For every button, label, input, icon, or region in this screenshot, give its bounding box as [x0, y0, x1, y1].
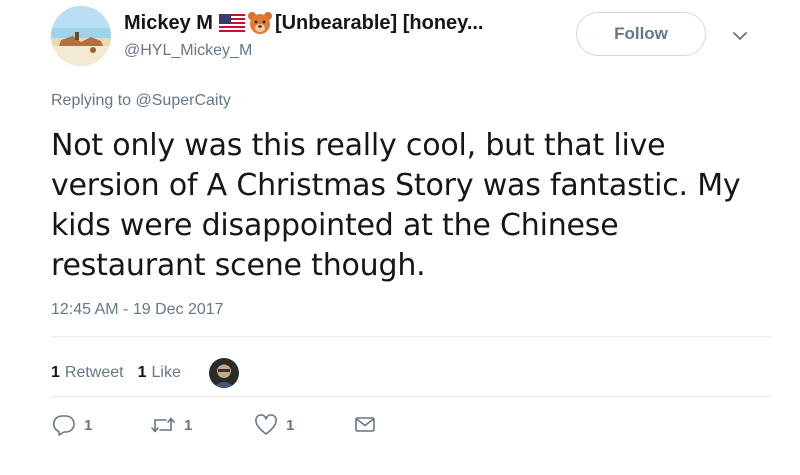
- tweet-text-line: version of A Christmas Story was fantast…: [51, 168, 741, 203]
- author-name-row[interactable]: Mickey M [Unbearable] [honey...: [124, 10, 483, 36]
- chevron-down-icon: [733, 32, 747, 40]
- divider: [51, 336, 771, 337]
- retweets-count: 1: [51, 364, 60, 381]
- retweet-count: 1: [184, 416, 193, 434]
- reply-count: 1: [84, 416, 93, 434]
- follow-button[interactable]: Follow: [576, 12, 706, 56]
- author-display-name[interactable]: Mickey M: [124, 12, 213, 35]
- author-avatar[interactable]: [51, 6, 111, 66]
- tweet-text-line: kids were disappointed at the Chinese: [51, 208, 619, 243]
- us-flag-icon: [218, 14, 245, 32]
- retweet-button[interactable]: 1: [150, 414, 192, 436]
- replying-handle-link[interactable]: @SuperCaity: [136, 92, 231, 109]
- tweet-timestamp[interactable]: 12:45 AM - 19 Dec 2017: [51, 301, 224, 319]
- replying-to: Replying to @SuperCaity: [51, 92, 231, 110]
- author-handle[interactable]: @HYL_Mickey_M: [124, 42, 252, 60]
- tweet-stats: 1 Retweet 1 Like: [51, 358, 239, 388]
- retweets-label: Retweet: [64, 364, 124, 381]
- tweet-text: Not only was this really cool, but that …: [51, 126, 771, 286]
- tweet-text-line: restaurant scene though.: [51, 248, 426, 283]
- heart-icon: [255, 414, 277, 435]
- more-options-button[interactable]: [726, 24, 754, 48]
- divider: [51, 396, 771, 397]
- reply-icon: [53, 415, 75, 436]
- bear-face-icon: [247, 10, 273, 36]
- envelope-icon: [355, 417, 375, 432]
- replying-prefix: Replying to: [51, 92, 132, 109]
- like-button[interactable]: 1: [254, 414, 294, 436]
- retweet-icon: [151, 417, 175, 433]
- liker-avatar[interactable]: [208, 358, 239, 388]
- tweet-card: Mickey M [Unbearable] [honey... @HYL_Mic…: [0, 0, 800, 475]
- likes-stat[interactable]: 1 Like: [138, 364, 181, 382]
- author-display-name-suffix[interactable]: [Unbearable] [honey...: [275, 12, 484, 35]
- tweet-text-line: Not only was this really cool, but that …: [51, 128, 666, 163]
- likes-label: Like: [151, 364, 181, 381]
- reply-button[interactable]: 1: [52, 414, 92, 436]
- likes-count: 1: [137, 364, 147, 381]
- direct-message-button[interactable]: [354, 414, 376, 434]
- like-count: 1: [286, 416, 295, 434]
- retweets-stat[interactable]: 1 Retweet: [51, 364, 124, 382]
